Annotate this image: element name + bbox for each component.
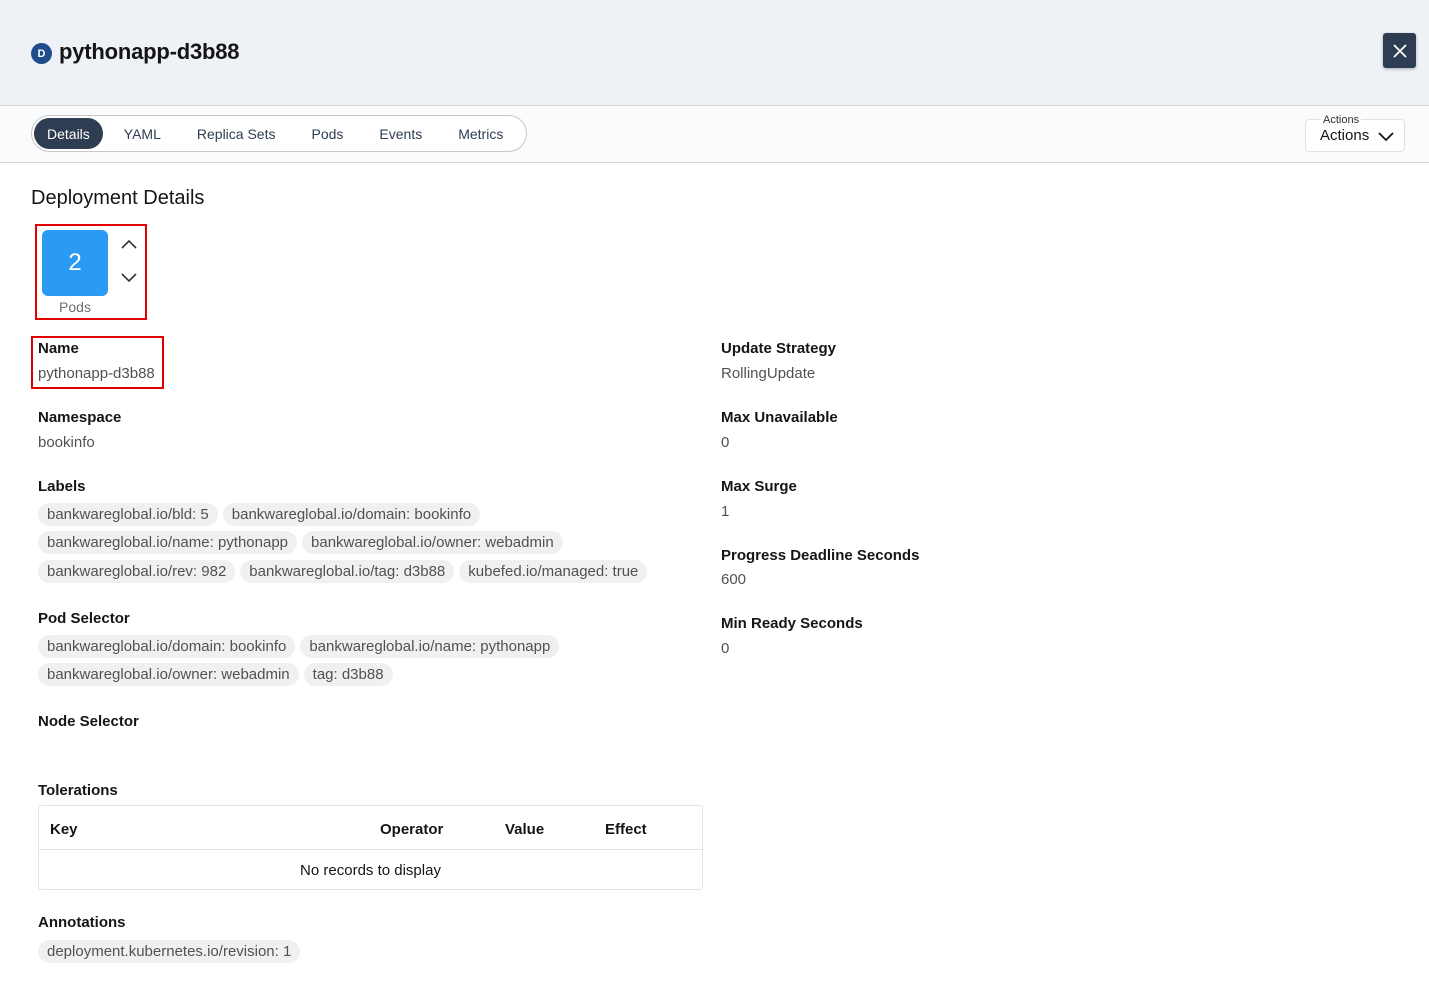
max-unavailable-label: Max Unavailable [721, 409, 838, 426]
actions-dropdown-label: Actions [1320, 127, 1370, 144]
section-title: Deployment Details [31, 187, 205, 209]
pod-count-widget: 2 Pods [35, 224, 147, 320]
label-chip: bankwareglobal.io/name: pythonapp [38, 531, 298, 554]
annotations-label: Annotations [38, 914, 126, 931]
chevron-down-icon[interactable] [121, 271, 137, 283]
column-header-effect[interactable]: Effect [605, 821, 647, 838]
chevron-down-icon [1378, 132, 1394, 142]
close-icon [1392, 43, 1407, 58]
namespace-label: Namespace [38, 409, 122, 426]
column-header-operator[interactable]: Operator [380, 821, 443, 838]
max-surge-value: 1 [721, 503, 730, 520]
label-chip: bankwareglobal.io/owner: webadmin [302, 531, 563, 554]
tolerations-label: Tolerations [38, 782, 118, 799]
labels-row: bankwareglobal.io/bld: 5 bankwareglobal.… [38, 503, 481, 526]
labels-row: bankwareglobal.io/rev: 982 bankwaregloba… [38, 560, 648, 583]
progress-deadline-value: 600 [721, 571, 747, 588]
annotation-chip: deployment.kubernetes.io/revision: 1 [38, 940, 301, 963]
pod-count-label: Pods [59, 299, 91, 315]
max-surge-label: Max Surge [721, 478, 797, 495]
column-header-value[interactable]: Value [505, 821, 544, 838]
tab-pods[interactable]: Pods [296, 118, 358, 149]
tab-details[interactable]: Details [34, 118, 103, 149]
tab-yaml[interactable]: YAML [109, 118, 176, 149]
label-chip: bankwareglobal.io/domain: bookinfo [222, 503, 481, 526]
pod-selector-row: bankwareglobal.io/domain: bookinfo bankw… [38, 635, 560, 658]
label-chip: bankwareglobal.io/rev: 982 [38, 560, 236, 583]
tab-metrics[interactable]: Metrics [443, 118, 518, 149]
selector-chip: bankwareglobal.io/owner: webadmin [38, 663, 299, 686]
min-ready-label: Min Ready Seconds [721, 615, 863, 632]
deployment-kind-badge: D [31, 43, 52, 64]
label-chip: bankwareglobal.io/tag: d3b88 [240, 560, 455, 583]
empty-table-message: No records to display [300, 862, 441, 879]
column-header-key[interactable]: Key [50, 821, 78, 838]
labels-row: bankwareglobal.io/name: pythonapp bankwa… [38, 531, 563, 554]
selector-chip: bankwareglobal.io/name: pythonapp [300, 635, 560, 658]
label-chip: kubefed.io/managed: true [459, 560, 648, 583]
page-title: pythonapp-d3b88 [59, 39, 240, 64]
selector-chip: bankwareglobal.io/domain: bookinfo [38, 635, 296, 658]
modal-header: D pythonapp-d3b88 [0, 0, 1429, 106]
selector-chip: tag: d3b88 [303, 663, 393, 686]
pod-selector-label: Pod Selector [38, 610, 130, 627]
node-selector-label: Node Selector [38, 713, 139, 730]
min-ready-value: 0 [721, 640, 730, 657]
namespace-value: bookinfo [38, 434, 95, 451]
actions-floating-label: Actions [1321, 114, 1362, 126]
label-chip: bankwareglobal.io/bld: 5 [38, 503, 218, 526]
name-label: Name [38, 340, 79, 357]
tab-replica-sets[interactable]: Replica Sets [182, 118, 291, 149]
update-strategy-value: RollingUpdate [721, 365, 816, 382]
close-button[interactable] [1383, 33, 1416, 68]
pod-selector-row: bankwareglobal.io/owner: webadmin tag: d… [38, 663, 393, 686]
tab-group: Details YAML Replica Sets Pods Events Me… [31, 115, 528, 152]
tab-events[interactable]: Events [364, 118, 437, 149]
actions-dropdown[interactable]: Actions Actions [1305, 114, 1405, 152]
pod-count: 2 [42, 230, 108, 296]
update-strategy-label: Update Strategy [721, 340, 837, 357]
progress-deadline-label: Progress Deadline Seconds [721, 547, 920, 564]
table-divider [39, 849, 702, 850]
chevron-up-icon[interactable] [121, 238, 137, 250]
annotations-row: deployment.kubernetes.io/revision: 1 [38, 940, 301, 963]
tab-bar: Details YAML Replica Sets Pods Events Me… [0, 107, 1429, 163]
labels-label: Labels [38, 478, 86, 495]
name-value: pythonapp-d3b88 [38, 365, 155, 382]
max-unavailable-value: 0 [721, 434, 730, 451]
tolerations-table: Key Operator Value Effect No records to … [38, 805, 703, 890]
